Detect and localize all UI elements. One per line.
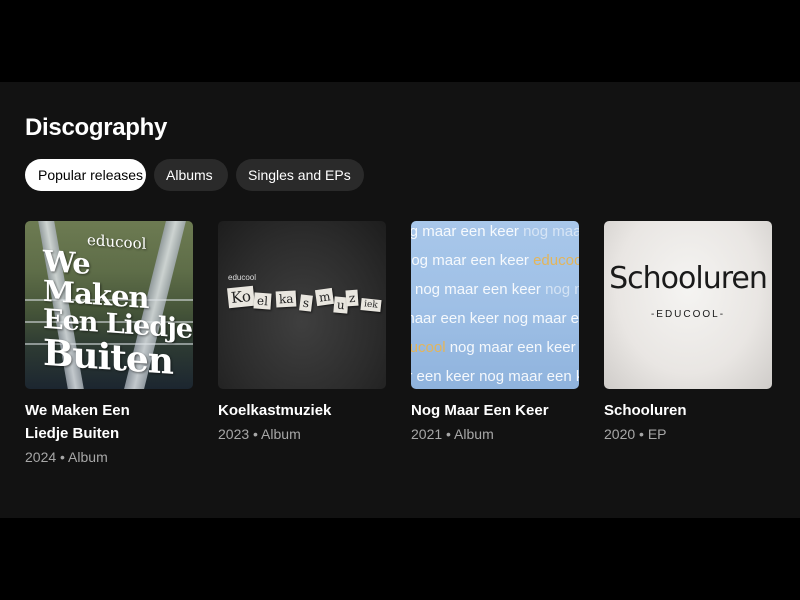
cover-text-line: nog maar een keer: [523, 223, 579, 240]
release-filter-chips: Popular releases Albums Singles and EPs: [25, 159, 364, 191]
cover-text-row: nog maar een keer nog maar een keer: [411, 310, 579, 327]
album-cover[interactable]: Schooluren -EDUCOOL-: [604, 221, 772, 389]
cover-text-row: nog maar een keer nog maar een keer: [415, 281, 579, 298]
album-cover[interactable]: educool Ko el ka s m u z iek: [218, 221, 386, 389]
release-card[interactable]: educool Ko el ka s m u z iek Koelkastmuz…: [218, 221, 386, 444]
cover-text-line: nog maar een keer: [411, 223, 519, 240]
cover-text-row: nog maar een keer nog maar een keer: [411, 223, 579, 240]
cover-text-line: nog maar een keer: [411, 368, 475, 385]
release-card[interactable]: nog maar een keer nog maar een keer nog …: [411, 221, 579, 444]
cover-text-line: nog maar een keer: [479, 368, 579, 385]
cover-text-line: nog maar een keer: [411, 252, 529, 269]
cover-text-line: educool: [228, 273, 257, 282]
filter-chip-albums[interactable]: Albums: [154, 159, 228, 191]
cover-text-line: -EDUCOOL-: [650, 309, 726, 320]
cover-text-line: nog maar een keer: [411, 310, 499, 327]
cover-text-row: educool nog maar een keer: [411, 339, 576, 356]
cover-text-row: nog maar een keer nog maar een keer: [411, 368, 579, 385]
release-title[interactable]: Schooluren: [604, 399, 772, 422]
cover-text-row: nog maar een keer educool: [411, 252, 579, 269]
release-meta: 2020 • EP: [604, 426, 667, 442]
filter-chip-popular-releases[interactable]: Popular releases: [25, 159, 146, 191]
release-card[interactable]: Schooluren -EDUCOOL- Schooluren 2020 • E…: [604, 221, 772, 444]
cover-text-line: nog maar een keer: [415, 281, 541, 298]
release-meta: 2021 • Album: [411, 426, 494, 442]
album-cover[interactable]: nog maar een keer nog maar een keer nog …: [411, 221, 579, 389]
cover-text-line: Schooluren: [609, 261, 768, 296]
cover-letter-tile: Ko: [227, 285, 255, 309]
cover-text-line: Buiten: [43, 331, 173, 383]
cover-letter-tile: s: [299, 294, 314, 312]
cover-text-line: nog maar een keer: [545, 281, 579, 298]
cover-text-line: nog maar een keer: [503, 310, 579, 327]
cover-letter-tile: iek: [360, 298, 382, 312]
release-card[interactable]: educool We Maken Een Liedje Buiten We Ma…: [25, 221, 193, 467]
release-meta: 2024 • Album: [25, 449, 108, 465]
cover-letter-tile: m: [314, 287, 335, 307]
filter-chip-singles-eps[interactable]: Singles and EPs: [236, 159, 364, 191]
release-title[interactable]: Koelkastmuziek: [218, 399, 386, 422]
cover-artwork-text: educool We Maken Een Liedje Buiten: [43, 228, 193, 383]
section-title: Discography: [25, 114, 168, 141]
release-title[interactable]: We Maken Een Liedje Buiten: [25, 399, 145, 445]
cover-text-line: educool: [533, 252, 579, 269]
cover-letter-tile: ka: [275, 290, 297, 308]
album-cover[interactable]: educool We Maken Een Liedje Buiten: [25, 221, 193, 389]
cover-letter-tile: el: [253, 292, 272, 310]
release-meta: 2023 • Album: [218, 426, 301, 442]
release-title[interactable]: Nog Maar Een Keer: [411, 399, 579, 422]
cover-text-line: nog maar een keer: [449, 339, 576, 356]
cover-letter-tile: z: [345, 289, 359, 307]
cover-text-line: educool: [411, 339, 446, 356]
